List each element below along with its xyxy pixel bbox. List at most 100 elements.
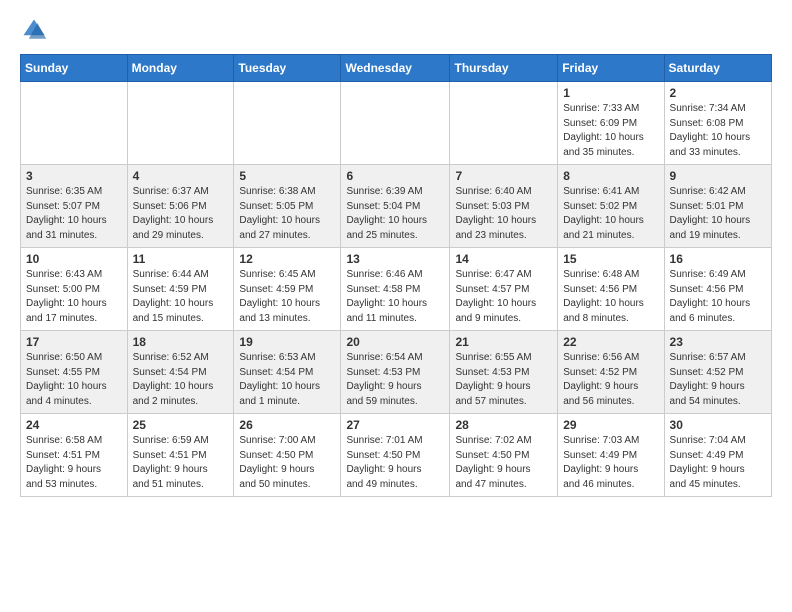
day-number: 2 bbox=[670, 86, 766, 100]
calendar-cell: 7 Sunrise: 6:40 AM Sunset: 5:03 PM Daylig… bbox=[450, 165, 558, 248]
day-info: Sunrise: 6:47 AM Sunset: 4:57 PM Dayligh… bbox=[455, 268, 552, 326]
calendar-cell: 21 Sunrise: 6:55 AM Sunset: 4:53 PM Dayli… bbox=[450, 331, 558, 414]
calendar-header-friday: Friday bbox=[558, 55, 664, 82]
calendar-cell: 17 Sunrise: 6:50 AM Sunset: 4:55 PM Dayli… bbox=[21, 331, 128, 414]
calendar-week-4: 17 Sunrise: 6:50 AM Sunset: 4:55 PM Dayli… bbox=[21, 331, 772, 414]
calendar-cell: 26 Sunrise: 7:00 AM Sunset: 4:50 PM Dayli… bbox=[234, 414, 341, 497]
calendar-header-wednesday: Wednesday bbox=[341, 55, 450, 82]
header bbox=[20, 16, 772, 44]
calendar-cell: 11 Sunrise: 6:44 AM Sunset: 4:59 PM Dayli… bbox=[127, 248, 234, 331]
calendar-cell bbox=[21, 82, 128, 165]
calendar-cell: 16Sunrise: 6:49 AM Sunset: 4:56 PM Dayli… bbox=[664, 248, 771, 331]
calendar-cell bbox=[341, 82, 450, 165]
day-number: 29 bbox=[563, 418, 658, 432]
calendar-cell: 3 Sunrise: 6:35 AM Sunset: 5:07 PM Daylig… bbox=[21, 165, 128, 248]
day-info: Sunrise: 7:01 AM Sunset: 4:50 PM Dayligh… bbox=[346, 434, 444, 492]
day-number: 6 bbox=[346, 169, 444, 183]
day-number: 4 bbox=[133, 169, 229, 183]
day-number: 5 bbox=[239, 169, 335, 183]
day-number: 3 bbox=[26, 169, 122, 183]
calendar-cell: 14 Sunrise: 6:47 AM Sunset: 4:57 PM Dayli… bbox=[450, 248, 558, 331]
day-number: 11 bbox=[133, 252, 229, 266]
logo bbox=[20, 16, 52, 44]
day-number: 8 bbox=[563, 169, 658, 183]
calendar-cell: 15 Sunrise: 6:48 AM Sunset: 4:56 PM Dayli… bbox=[558, 248, 664, 331]
day-info: Sunrise: 6:42 AM Sunset: 5:01 PM Dayligh… bbox=[670, 185, 766, 243]
calendar-cell: 2 Sunrise: 7:34 AM Sunset: 6:08 PM Daylig… bbox=[664, 82, 771, 165]
calendar-header-row: SundayMondayTuesdayWednesdayThursdayFrid… bbox=[21, 55, 772, 82]
day-number: 17 bbox=[26, 335, 122, 349]
calendar-cell: 1 Sunrise: 7:33 AM Sunset: 6:09 PM Daylig… bbox=[558, 82, 664, 165]
calendar-cell: 12 Sunrise: 6:45 AM Sunset: 4:59 PM Dayli… bbox=[234, 248, 341, 331]
day-info: Sunrise: 6:55 AM Sunset: 4:53 PM Dayligh… bbox=[455, 351, 552, 409]
logo-icon bbox=[20, 16, 48, 44]
calendar-cell: 28 Sunrise: 7:02 AM Sunset: 4:50 PM Dayli… bbox=[450, 414, 558, 497]
day-number: 25 bbox=[133, 418, 229, 432]
calendar-week-2: 3 Sunrise: 6:35 AM Sunset: 5:07 PM Daylig… bbox=[21, 165, 772, 248]
calendar-cell: 6 Sunrise: 6:39 AM Sunset: 5:04 PM Daylig… bbox=[341, 165, 450, 248]
day-info: Sunrise: 6:46 AM Sunset: 4:58 PM Dayligh… bbox=[346, 268, 444, 326]
calendar-cell bbox=[234, 82, 341, 165]
day-number: 7 bbox=[455, 169, 552, 183]
calendar-cell: 8 Sunrise: 6:41 AM Sunset: 5:02 PM Daylig… bbox=[558, 165, 664, 248]
calendar-cell: 5 Sunrise: 6:38 AM Sunset: 5:05 PM Daylig… bbox=[234, 165, 341, 248]
day-number: 15 bbox=[563, 252, 658, 266]
day-info: Sunrise: 6:45 AM Sunset: 4:59 PM Dayligh… bbox=[239, 268, 335, 326]
day-number: 14 bbox=[455, 252, 552, 266]
day-info: Sunrise: 6:44 AM Sunset: 4:59 PM Dayligh… bbox=[133, 268, 229, 326]
day-info: Sunrise: 6:56 AM Sunset: 4:52 PM Dayligh… bbox=[563, 351, 658, 409]
calendar-cell: 20 Sunrise: 6:54 AM Sunset: 4:53 PM Dayli… bbox=[341, 331, 450, 414]
day-number: 26 bbox=[239, 418, 335, 432]
day-number: 21 bbox=[455, 335, 552, 349]
day-number: 10 bbox=[26, 252, 122, 266]
day-number: 20 bbox=[346, 335, 444, 349]
day-number: 19 bbox=[239, 335, 335, 349]
calendar-cell: 10 Sunrise: 6:43 AM Sunset: 5:00 PM Dayli… bbox=[21, 248, 128, 331]
calendar-header-thursday: Thursday bbox=[450, 55, 558, 82]
calendar-cell: 23Sunrise: 6:57 AM Sunset: 4:52 PM Dayli… bbox=[664, 331, 771, 414]
calendar-cell: 13 Sunrise: 6:46 AM Sunset: 4:58 PM Dayli… bbox=[341, 248, 450, 331]
calendar-week-1: 1 Sunrise: 7:33 AM Sunset: 6:09 PM Daylig… bbox=[21, 82, 772, 165]
calendar-cell bbox=[450, 82, 558, 165]
day-number: 22 bbox=[563, 335, 658, 349]
calendar-header-saturday: Saturday bbox=[664, 55, 771, 82]
day-info: Sunrise: 7:33 AM Sunset: 6:09 PM Dayligh… bbox=[563, 102, 658, 160]
day-info: Sunrise: 6:57 AM Sunset: 4:52 PM Dayligh… bbox=[670, 351, 766, 409]
day-info: Sunrise: 6:58 AM Sunset: 4:51 PM Dayligh… bbox=[26, 434, 122, 492]
calendar-cell: 24 Sunrise: 6:58 AM Sunset: 4:51 PM Dayli… bbox=[21, 414, 128, 497]
day-info: Sunrise: 6:39 AM Sunset: 5:04 PM Dayligh… bbox=[346, 185, 444, 243]
day-number: 30 bbox=[670, 418, 766, 432]
calendar-week-3: 10 Sunrise: 6:43 AM Sunset: 5:00 PM Dayli… bbox=[21, 248, 772, 331]
calendar-table: SundayMondayTuesdayWednesdayThursdayFrid… bbox=[20, 54, 772, 497]
day-info: Sunrise: 7:00 AM Sunset: 4:50 PM Dayligh… bbox=[239, 434, 335, 492]
day-info: Sunrise: 6:52 AM Sunset: 4:54 PM Dayligh… bbox=[133, 351, 229, 409]
day-info: Sunrise: 7:04 AM Sunset: 4:49 PM Dayligh… bbox=[670, 434, 766, 492]
day-number: 13 bbox=[346, 252, 444, 266]
day-number: 28 bbox=[455, 418, 552, 432]
day-info: Sunrise: 7:02 AM Sunset: 4:50 PM Dayligh… bbox=[455, 434, 552, 492]
calendar-header-monday: Monday bbox=[127, 55, 234, 82]
day-info: Sunrise: 6:59 AM Sunset: 4:51 PM Dayligh… bbox=[133, 434, 229, 492]
calendar-page: SundayMondayTuesdayWednesdayThursdayFrid… bbox=[0, 0, 792, 517]
day-number: 24 bbox=[26, 418, 122, 432]
day-info: Sunrise: 6:40 AM Sunset: 5:03 PM Dayligh… bbox=[455, 185, 552, 243]
day-number: 18 bbox=[133, 335, 229, 349]
day-info: Sunrise: 7:34 AM Sunset: 6:08 PM Dayligh… bbox=[670, 102, 766, 160]
day-info: Sunrise: 6:35 AM Sunset: 5:07 PM Dayligh… bbox=[26, 185, 122, 243]
calendar-header-tuesday: Tuesday bbox=[234, 55, 341, 82]
day-info: Sunrise: 6:50 AM Sunset: 4:55 PM Dayligh… bbox=[26, 351, 122, 409]
day-info: Sunrise: 6:43 AM Sunset: 5:00 PM Dayligh… bbox=[26, 268, 122, 326]
day-number: 1 bbox=[563, 86, 658, 100]
day-info: Sunrise: 6:48 AM Sunset: 4:56 PM Dayligh… bbox=[563, 268, 658, 326]
calendar-cell: 25 Sunrise: 6:59 AM Sunset: 4:51 PM Dayli… bbox=[127, 414, 234, 497]
day-info: Sunrise: 6:53 AM Sunset: 4:54 PM Dayligh… bbox=[239, 351, 335, 409]
day-info: Sunrise: 6:41 AM Sunset: 5:02 PM Dayligh… bbox=[563, 185, 658, 243]
calendar-cell: 18 Sunrise: 6:52 AM Sunset: 4:54 PM Dayli… bbox=[127, 331, 234, 414]
day-number: 12 bbox=[239, 252, 335, 266]
day-number: 9 bbox=[670, 169, 766, 183]
day-info: Sunrise: 6:54 AM Sunset: 4:53 PM Dayligh… bbox=[346, 351, 444, 409]
calendar-cell: 4 Sunrise: 6:37 AM Sunset: 5:06 PM Daylig… bbox=[127, 165, 234, 248]
day-info: Sunrise: 7:03 AM Sunset: 4:49 PM Dayligh… bbox=[563, 434, 658, 492]
day-info: Sunrise: 6:38 AM Sunset: 5:05 PM Dayligh… bbox=[239, 185, 335, 243]
day-info: Sunrise: 6:37 AM Sunset: 5:06 PM Dayligh… bbox=[133, 185, 229, 243]
